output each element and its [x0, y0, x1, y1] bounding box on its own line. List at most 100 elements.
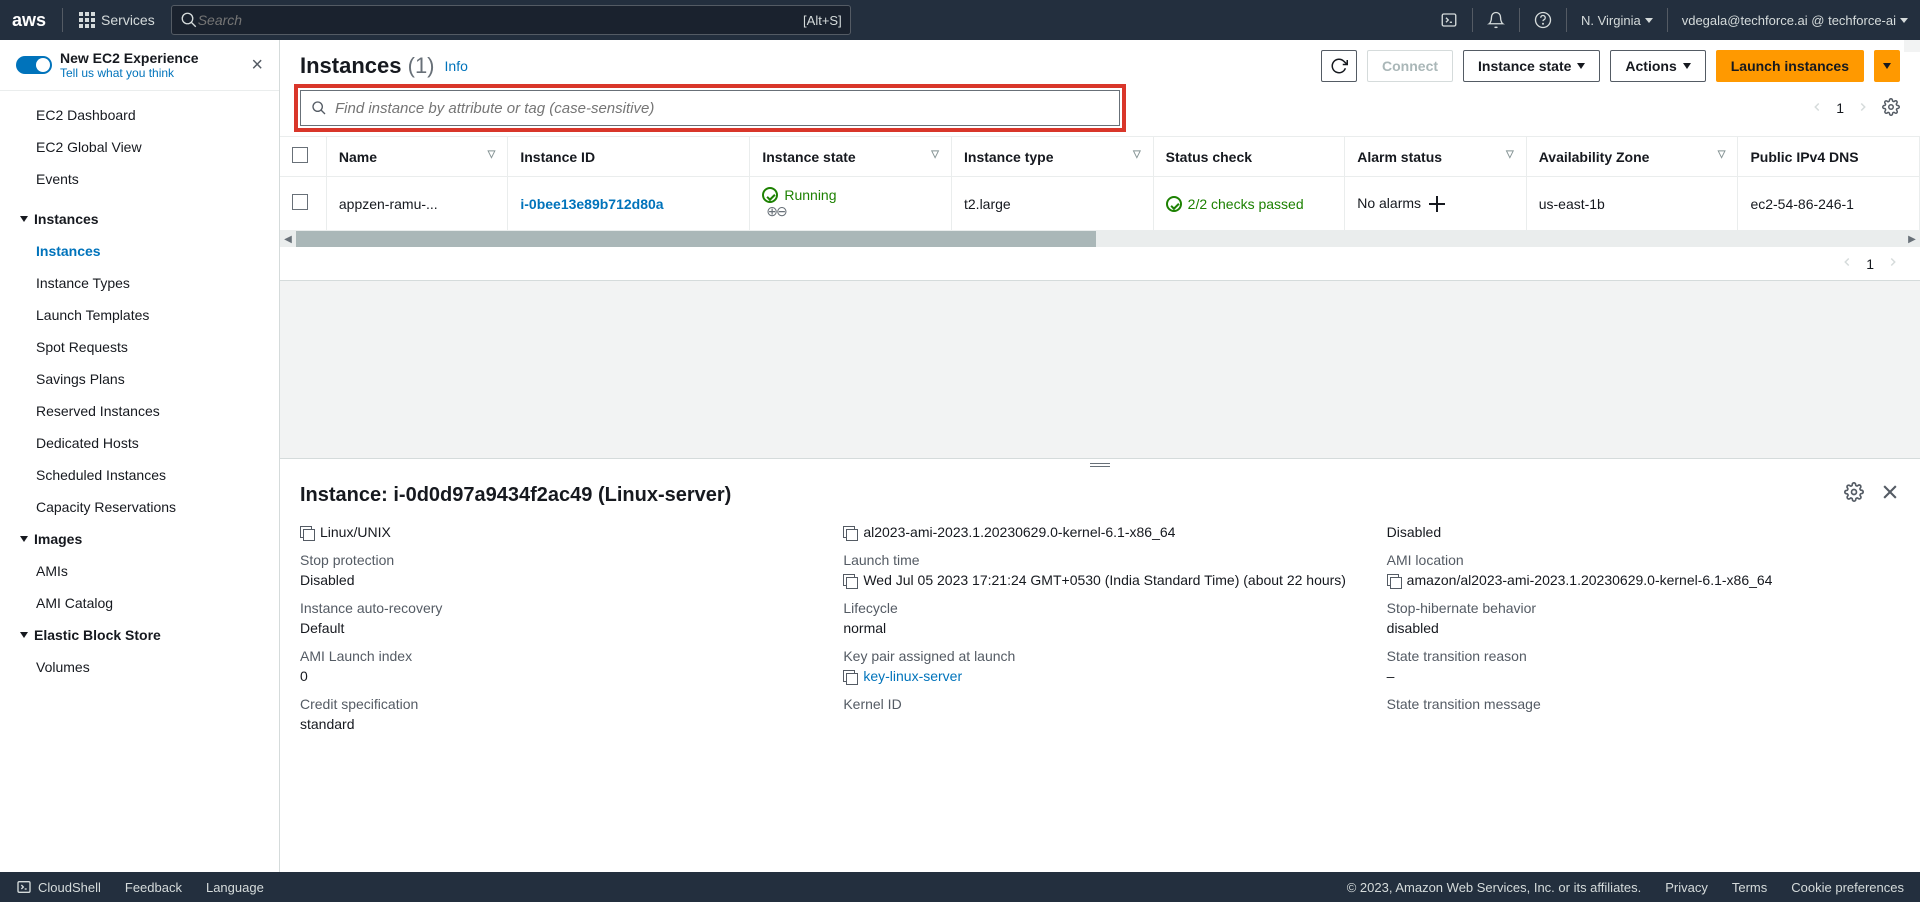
account-menu[interactable]: vdegala@techforce.ai @ techforce-ai — [1682, 13, 1908, 28]
global-search[interactable]: [Alt+S] — [171, 5, 851, 35]
cloudshell-icon[interactable] — [1440, 11, 1458, 29]
pager-current: 1 — [1836, 100, 1844, 116]
footer-language[interactable]: Language — [206, 880, 264, 895]
sidebar-item[interactable]: Savings Plans — [0, 363, 279, 395]
detail-item: State transition reason– — [1387, 642, 1900, 690]
launch-instances-button[interactable]: Launch instances — [1716, 50, 1864, 82]
sidebar-group-header[interactable]: Instances — [0, 203, 279, 235]
sidebar-item[interactable]: Reserved Instances — [0, 395, 279, 427]
detail-item: Credit specificationstandard — [300, 690, 813, 738]
detail-value: Linux/UNIX — [300, 524, 813, 540]
sidebar-item[interactable]: AMIs — [0, 555, 279, 587]
row-checkbox[interactable] — [292, 194, 308, 210]
refresh-button[interactable] — [1321, 50, 1357, 82]
detail-value: Disabled — [1387, 524, 1900, 540]
view-icon[interactable]: ⊕⊖ — [766, 203, 785, 219]
notifications-icon[interactable] — [1487, 11, 1505, 29]
instances-table: Name▽Instance IDInstance state▽Instance … — [280, 136, 1920, 247]
pager-next[interactable] — [1856, 100, 1870, 117]
detail-value[interactable]: key-linux-server — [843, 668, 1356, 684]
footer-feedback[interactable]: Feedback — [125, 880, 182, 895]
detail-label: Launch time — [843, 552, 1356, 568]
column-header[interactable]: Name▽ — [326, 137, 507, 177]
detail-value: Wed Jul 05 2023 17:21:24 GMT+0530 (India… — [843, 572, 1356, 588]
detail-value: standard — [300, 716, 813, 732]
footer-cloudshell[interactable]: CloudShell — [16, 879, 101, 895]
pager-prev[interactable] — [1810, 100, 1824, 117]
instance-state-button[interactable]: Instance state — [1463, 50, 1600, 82]
copy-icon[interactable] — [843, 526, 857, 540]
services-menu[interactable]: Services — [79, 12, 155, 28]
instance-search[interactable] — [300, 90, 1120, 126]
actions-button[interactable]: Actions — [1610, 50, 1705, 82]
pager-prev[interactable] — [1840, 255, 1854, 272]
copy-icon[interactable] — [1387, 574, 1401, 588]
column-header[interactable]: Availability Zone▽ — [1526, 137, 1738, 177]
detail-label: State transition reason — [1387, 648, 1900, 664]
column-header[interactable]: Alarm status▽ — [1345, 137, 1526, 177]
sidebar-item[interactable]: Scheduled Instances — [0, 459, 279, 491]
detail-item: Instance auto-recoveryDefault — [300, 594, 813, 642]
footer: CloudShell Feedback Language © 2023, Ama… — [0, 872, 1920, 902]
connect-button[interactable]: Connect — [1367, 50, 1453, 82]
select-all-checkbox[interactable] — [292, 147, 308, 163]
help-icon[interactable] — [1534, 11, 1552, 29]
new-experience-toggle[interactable] — [16, 56, 52, 74]
footer-terms[interactable]: Terms — [1732, 880, 1767, 895]
detail-item: State transition message — [1387, 690, 1900, 738]
column-header[interactable]: Instance type▽ — [952, 137, 1154, 177]
horizontal-scrollbar[interactable]: ◀ ▶ — [280, 231, 1920, 247]
add-alarm-icon[interactable] — [1429, 196, 1445, 212]
split-resize-handle[interactable] — [280, 458, 1920, 472]
pager-next[interactable] — [1886, 255, 1900, 272]
table-settings-icon[interactable] — [1882, 98, 1900, 119]
detail-value: amazon/al2023-ami-2023.1.20230629.0-kern… — [1387, 572, 1900, 588]
detail-settings-icon[interactable] — [1844, 482, 1864, 508]
column-header[interactable]: Instance ID — [508, 137, 750, 177]
sidebar-item[interactable]: Instance Types — [0, 267, 279, 299]
column-header[interactable]: Instance state▽ — [750, 137, 952, 177]
table-row[interactable]: appzen-ramu-...i-0bee13e89b712d80aRunnin… — [280, 177, 1920, 231]
sidebar-item[interactable]: Dedicated Hosts — [0, 427, 279, 459]
copy-icon[interactable] — [843, 574, 857, 588]
cell-az: us-east-1b — [1526, 177, 1738, 231]
detail-label: Key pair assigned at launch — [843, 648, 1356, 664]
close-icon[interactable]: × — [251, 54, 263, 77]
info-link[interactable]: Info — [445, 58, 468, 74]
sidebar-group-header[interactable]: Images — [0, 523, 279, 555]
sidebar-item[interactable]: Events — [0, 163, 279, 195]
footer-privacy[interactable]: Privacy — [1665, 880, 1708, 895]
detail-value: 0 — [300, 668, 813, 684]
footer-cookies[interactable]: Cookie preferences — [1791, 880, 1904, 895]
detail-label: Instance auto-recovery — [300, 600, 813, 616]
sidebar-item[interactable]: EC2 Global View — [0, 131, 279, 163]
launch-dropdown-button[interactable] — [1874, 50, 1900, 82]
sidebar-item[interactable]: EC2 Dashboard — [0, 99, 279, 131]
cell-instance-id[interactable]: i-0bee13e89b712d80a — [508, 177, 750, 231]
detail-item: AMI Launch index0 — [300, 642, 813, 690]
search-icon — [180, 11, 198, 29]
sidebar-item[interactable]: Spot Requests — [0, 331, 279, 363]
detail-value: al2023-ami-2023.1.20230629.0-kernel-6.1-… — [843, 524, 1356, 540]
sidebar-item[interactable]: Volumes — [0, 651, 279, 683]
aws-logo[interactable]: aws — [12, 10, 46, 31]
sidebar-item[interactable]: Capacity Reservations — [0, 491, 279, 523]
detail-item: Kernel ID — [843, 690, 1356, 738]
detail-close-icon[interactable] — [1880, 482, 1900, 508]
sidebar-item[interactable]: Launch Templates — [0, 299, 279, 331]
column-header[interactable]: Status check — [1153, 137, 1345, 177]
global-search-input[interactable] — [198, 12, 803, 28]
sidebar-group-header[interactable]: Elastic Block Store — [0, 619, 279, 651]
experience-feedback-link[interactable]: Tell us what you think — [60, 66, 199, 80]
column-header[interactable]: Public IPv4 DNS — [1738, 137, 1920, 177]
detail-item: Launch time Wed Jul 05 2023 17:21:24 GMT+… — [843, 546, 1356, 594]
detail-label: State transition message — [1387, 696, 1900, 712]
copy-icon[interactable] — [300, 526, 314, 540]
sidebar-item[interactable]: Instances — [0, 235, 279, 267]
search-shortcut: [Alt+S] — [803, 13, 842, 28]
instance-search-input[interactable] — [335, 100, 1109, 117]
detail-item: AMI locationamazon/al2023-ami-2023.1.202… — [1387, 546, 1900, 594]
copy-icon[interactable] — [843, 670, 857, 684]
region-selector[interactable]: N. Virginia — [1581, 13, 1653, 28]
sidebar-item[interactable]: AMI Catalog — [0, 587, 279, 619]
